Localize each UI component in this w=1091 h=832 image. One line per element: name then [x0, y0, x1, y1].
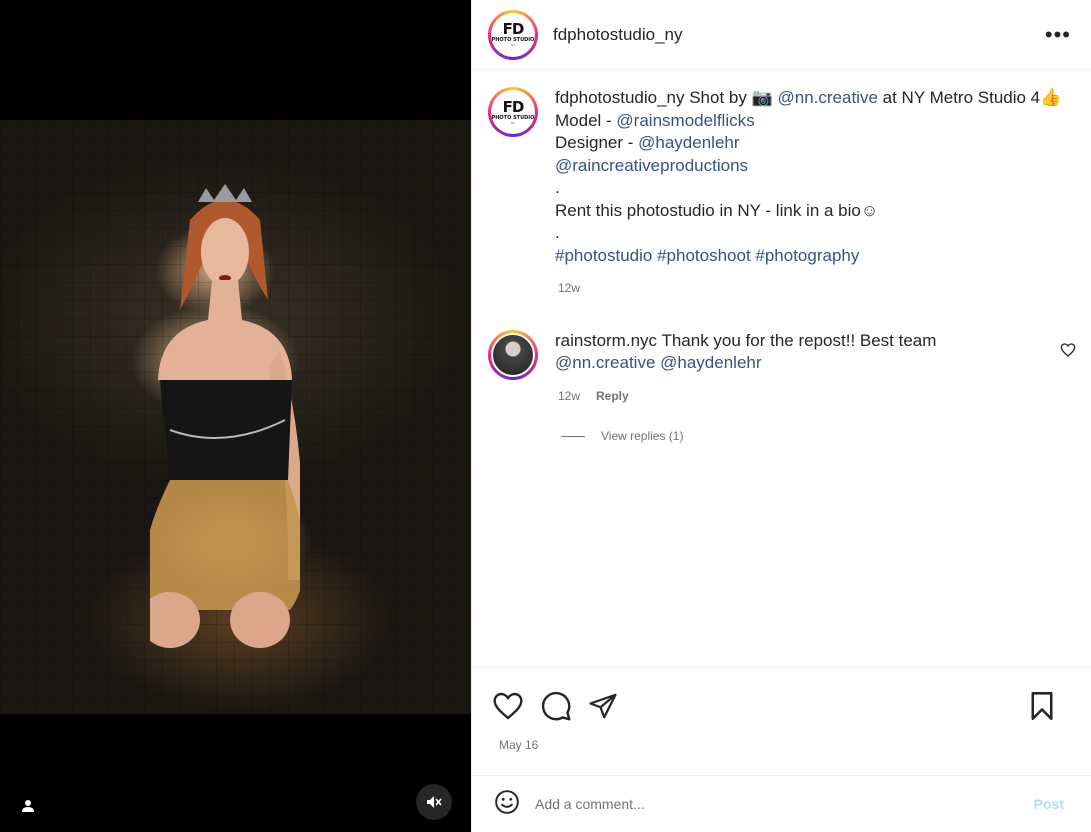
- caption-body: fdphotostudio_ny Shot by 📷 @nn.creative …: [555, 87, 1075, 300]
- mention-link[interactable]: @rainsmodelflicks: [616, 111, 754, 130]
- caption-text: Shot by 📷: [684, 88, 778, 107]
- caption-meta: 12w: [555, 277, 1075, 300]
- fd-logo: FD PHOTO STUDIO NY: [491, 90, 535, 134]
- author-username[interactable]: fdphotostudio_ny: [553, 25, 683, 45]
- caption-rent-text: Rent this photostudio in NY - link in a …: [555, 200, 879, 220]
- designer-label: Designer -: [555, 133, 639, 152]
- caption-dot: .: [555, 178, 560, 197]
- mention-link[interactable]: @nn.creative @haydenlehr: [555, 352, 1035, 375]
- person-icon: [22, 800, 34, 812]
- author-avatar[interactable]: FD PHOTO STUDIO NY: [488, 9, 538, 60]
- action-bar: [472, 668, 1091, 728]
- reply-button[interactable]: Reply: [596, 385, 629, 408]
- mention-link[interactable]: @haydenlehr: [638, 133, 739, 152]
- comment-text: Thank you for the repost!! Best team: [657, 330, 937, 350]
- paper-plane-icon: [589, 693, 617, 719]
- hashtag-links[interactable]: #photostudio #photoshoot #photography: [555, 245, 1075, 268]
- divider: [561, 435, 585, 437]
- more-options-button[interactable]: •••: [1041, 20, 1075, 50]
- mention-link[interactable]: @raincreativeproductions: [555, 156, 748, 175]
- caption-dot: .: [555, 223, 560, 242]
- share-button[interactable]: [588, 691, 618, 721]
- commenter-avatar[interactable]: [488, 329, 538, 380]
- commenter-photo: [491, 332, 535, 377]
- speech-bubble-icon: [541, 691, 571, 721]
- fd-logo: FD PHOTO STUDIO NY: [491, 12, 535, 57]
- more-horizontal-icon: •••: [1044, 21, 1071, 47]
- comment-input[interactable]: [535, 796, 1034, 812]
- comment-button[interactable]: [540, 690, 572, 722]
- comment-body: rainstorm.nyc Thank you for the repost!!…: [555, 330, 1035, 408]
- add-comment-bar: Post: [472, 775, 1091, 832]
- caption-avatar[interactable]: FD PHOTO STUDIO NY: [488, 87, 538, 137]
- mention-link[interactable]: @nn.creative: [778, 88, 878, 107]
- commenter-username[interactable]: rainstorm.nyc: [555, 331, 657, 350]
- post-caption: FD PHOTO STUDIO NY fdphotostudio_ny Shot…: [488, 87, 1076, 300]
- like-button[interactable]: [492, 690, 524, 722]
- caption-username[interactable]: fdphotostudio_ny: [555, 88, 685, 107]
- emoji-button[interactable]: [494, 789, 520, 820]
- post-photo: [0, 120, 471, 714]
- post-header: FD PHOTO STUDIO NY fdphotostudio_ny •••: [472, 0, 1091, 70]
- model-figure: [150, 184, 300, 648]
- bookmark-icon: [1031, 692, 1053, 720]
- caption-text: at NY Metro Studio 4👍: [877, 88, 1062, 107]
- heart-icon: [1060, 342, 1076, 357]
- model-label: Model -: [555, 110, 617, 130]
- post-side-panel: FD PHOTO STUDIO NY fdphotostudio_ny ••• …: [471, 0, 1091, 832]
- smiley-icon: [495, 789, 519, 814]
- post-actions-area: May 16: [472, 667, 1091, 775]
- heart-icon: [493, 692, 523, 720]
- post-media[interactable]: [0, 0, 471, 832]
- comment-meta: 12w Reply: [555, 385, 1035, 408]
- comments-list[interactable]: FD PHOTO STUDIO NY fdphotostudio_ny Shot…: [472, 71, 1091, 667]
- comment-like-button[interactable]: [1060, 342, 1076, 363]
- mute-button[interactable]: [416, 784, 452, 820]
- view-replies-label: View replies (1): [601, 429, 684, 443]
- post-date[interactable]: May 16: [472, 738, 1091, 752]
- comment-time[interactable]: 12w: [558, 385, 580, 408]
- view-replies-button[interactable]: View replies (1): [561, 429, 1076, 443]
- caption-time[interactable]: 12w: [558, 277, 580, 300]
- post-comment-button[interactable]: Post: [1034, 796, 1064, 812]
- comment-item: rainstorm.nyc Thank you for the repost!!…: [488, 329, 1076, 408]
- speaker-muted-icon: [427, 796, 442, 808]
- user-tag-button[interactable]: [14, 792, 42, 820]
- save-button[interactable]: [1028, 691, 1056, 721]
